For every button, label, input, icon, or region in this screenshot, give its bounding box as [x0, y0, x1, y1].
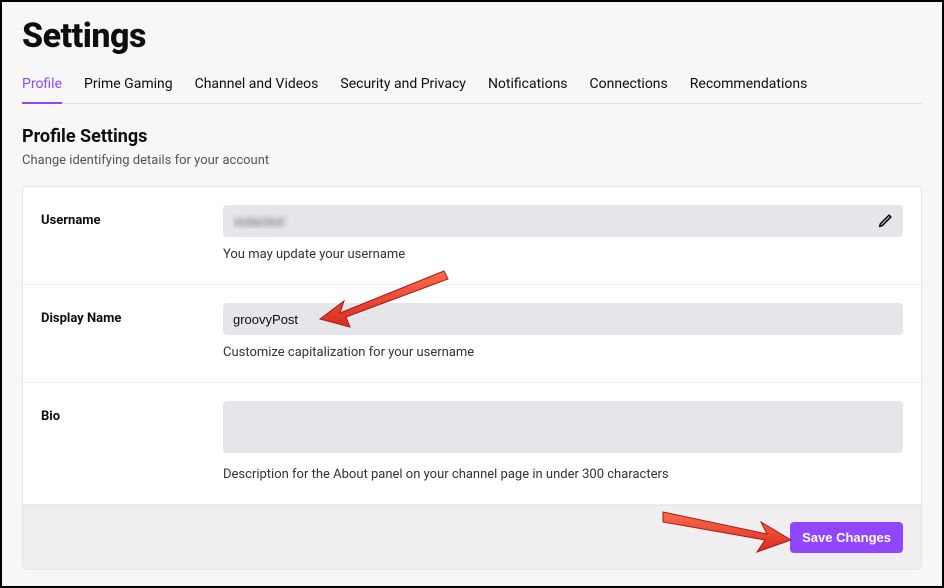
tab-notifications[interactable]: Notifications	[488, 70, 568, 104]
card-footer: Save Changes	[23, 505, 921, 569]
settings-tabs: Profile Prime Gaming Channel and Videos …	[22, 70, 922, 104]
username-hint: You may update your username	[223, 247, 903, 262]
tab-recommendations[interactable]: Recommendations	[690, 70, 808, 104]
bio-label: Bio	[41, 401, 223, 482]
section-subtitle: Change identifying details for your acco…	[22, 153, 922, 168]
bio-textarea[interactable]	[223, 401, 903, 453]
section-title: Profile Settings	[22, 126, 922, 147]
tab-connections[interactable]: Connections	[590, 70, 668, 104]
row-username: Username You may update your username	[23, 187, 921, 285]
display-name-hint: Customize capitalization for your userna…	[223, 345, 903, 360]
tab-prime-gaming[interactable]: Prime Gaming	[84, 70, 173, 104]
username-label: Username	[41, 205, 223, 262]
row-display-name: Display Name Customize capitalization fo…	[23, 285, 921, 383]
display-name-input[interactable]	[223, 303, 903, 335]
tab-profile[interactable]: Profile	[22, 70, 62, 104]
edit-username-button[interactable]	[873, 209, 897, 233]
bio-hint: Description for the About panel on your …	[223, 467, 903, 482]
row-bio: Bio Description for the About panel on y…	[23, 383, 921, 505]
pencil-icon	[876, 212, 894, 230]
tab-security-privacy[interactable]: Security and Privacy	[340, 70, 466, 104]
save-changes-button[interactable]: Save Changes	[790, 522, 903, 553]
page-title: Settings	[22, 16, 922, 56]
username-input[interactable]	[223, 205, 903, 237]
display-name-label: Display Name	[41, 303, 223, 360]
profile-settings-card: Username You may update your username Di…	[22, 186, 922, 570]
tab-channel-videos[interactable]: Channel and Videos	[195, 70, 319, 104]
